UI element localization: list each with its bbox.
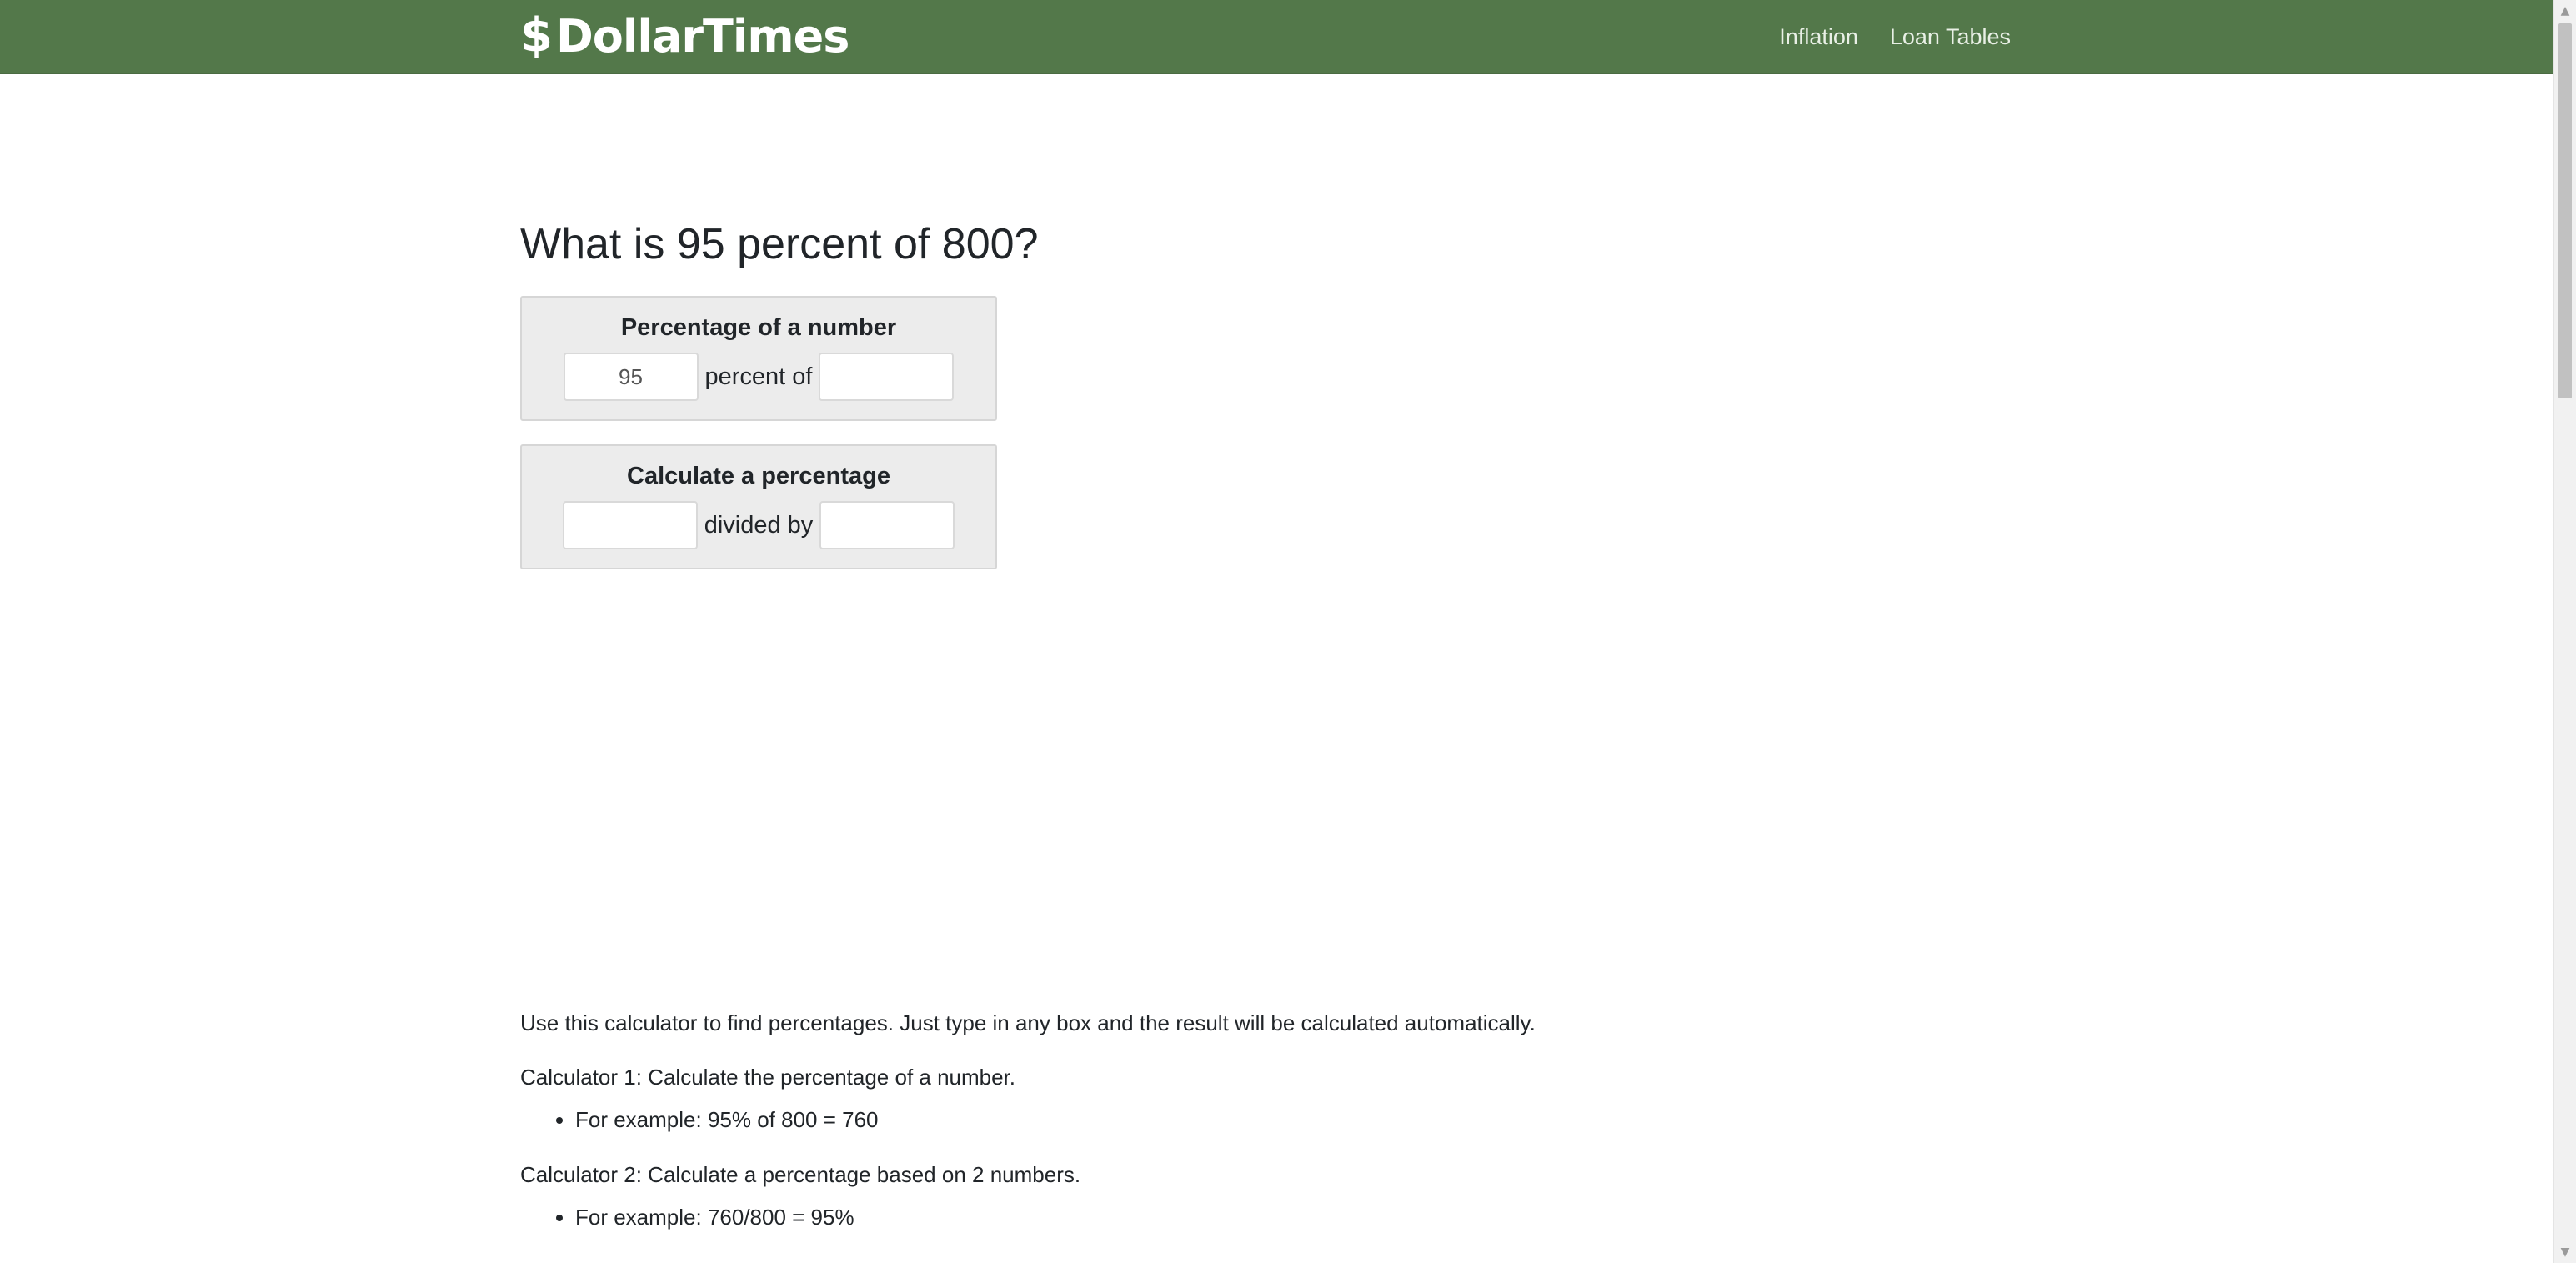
scroll-down-arrow-icon[interactable]: ▼: [2554, 1241, 2576, 1263]
list-item: For example: 95% of 800 = 760: [575, 1107, 879, 1133]
nav-link-loan-tables[interactable]: Loan Tables: [1890, 24, 2011, 50]
nav-link-inflation[interactable]: Inflation: [1779, 24, 1858, 50]
dividend-input[interactable]: [562, 501, 698, 549]
percent-of-label: percent of: [704, 363, 813, 390]
dollar-sign-icon: $: [520, 8, 553, 63]
brand-name: DollarTimes: [555, 10, 849, 63]
calculator-title: Calculate a percentage: [627, 463, 890, 489]
calculator-1-examples: For example: 95% of 800 = 760: [520, 1107, 879, 1133]
calculator-row: percent of: [522, 353, 995, 401]
calculator-title: Percentage of a number: [620, 314, 897, 341]
page-title: What is 95 percent of 800?: [520, 220, 1039, 268]
scroll-up-arrow-icon[interactable]: ▲: [2554, 0, 2576, 22]
divisor-input[interactable]: [819, 501, 955, 549]
base-number-input[interactable]: [819, 353, 955, 401]
percentage-of-number-calculator: Percentage of a number percent of: [520, 296, 997, 421]
list-item: For example: 760/800 = 95%: [575, 1205, 854, 1230]
top-navbar: $ DollarTimes Inflation Loan Tables: [0, 0, 2554, 74]
divided-by-label: divided by: [704, 511, 814, 539]
scrollbar-thumb[interactable]: [2558, 23, 2572, 398]
calculator-2-description: Calculator 2: Calculate a percentage bas…: [520, 1162, 1081, 1187]
percent-input[interactable]: [563, 353, 699, 401]
vertical-scrollbar[interactable]: ▲ ▼: [2553, 0, 2576, 1263]
calculate-percentage-calculator: Calculate a percentage divided by: [520, 444, 997, 569]
main-nav: Inflation Loan Tables: [1779, 0, 2011, 73]
calculator-1-description: Calculator 1: Calculate the percentage o…: [520, 1065, 1016, 1090]
calculator-row: divided by: [522, 501, 995, 549]
calculator-2-examples: For example: 760/800 = 95%: [520, 1205, 854, 1230]
intro-text: Use this calculator to find percentages.…: [520, 1010, 1536, 1035]
brand-logo-link[interactable]: $ DollarTimes: [520, 8, 849, 65]
